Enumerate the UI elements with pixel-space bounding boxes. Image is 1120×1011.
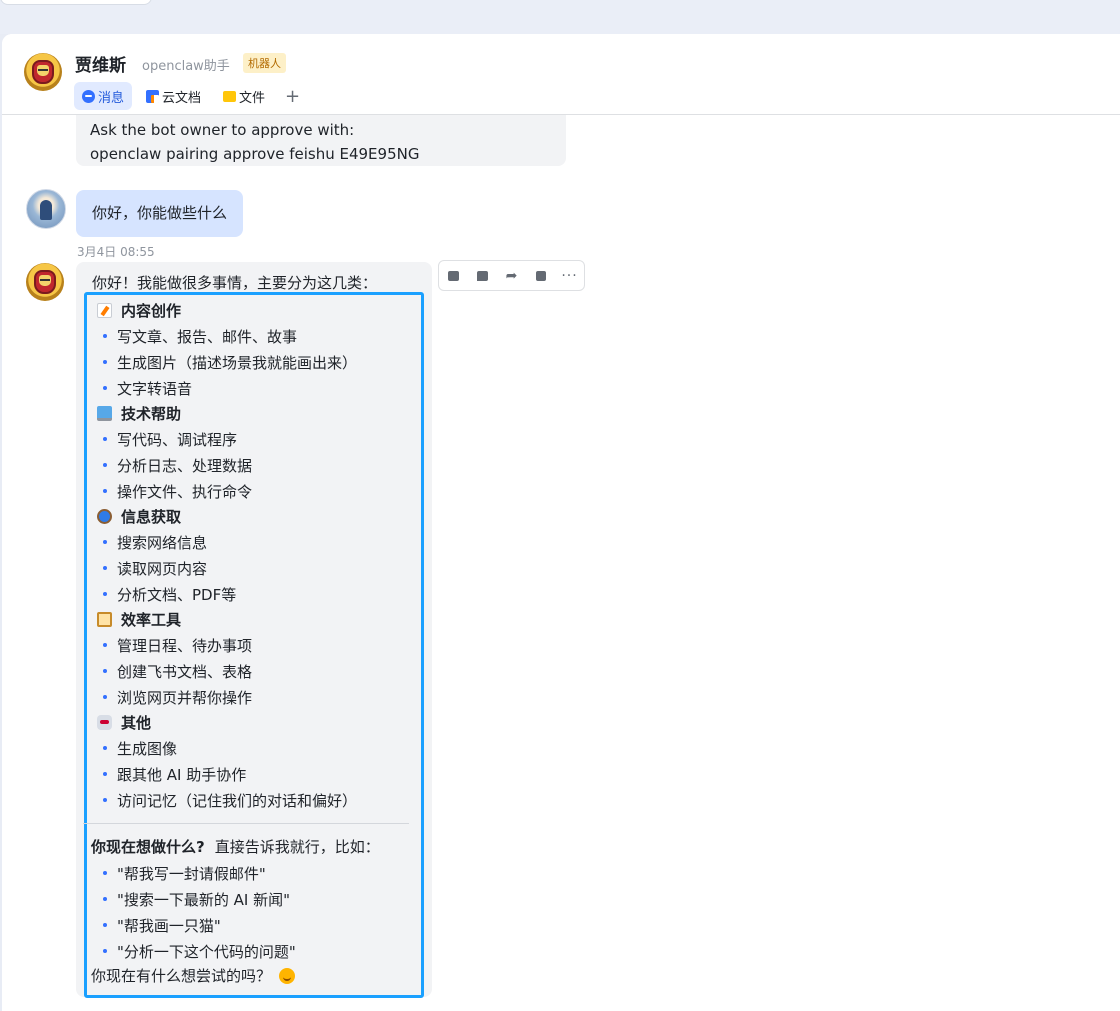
chat-panel: 贾维斯 openclaw助手 机器人 消息 云文档 文件 + Ask the b… (2, 34, 1120, 1011)
divider (83, 823, 409, 824)
tab-cloud-docs[interactable]: 云文档 (138, 82, 209, 110)
list-item: 操作文件、执行命令 (91, 478, 421, 504)
bullet-icon (103, 489, 107, 493)
section-tech-help: 技术帮助 写代码、调试程序 分析日志、处理数据 操作文件、执行命令 (91, 401, 421, 504)
list-item: 分析日志、处理数据 (91, 452, 421, 478)
memo-icon (97, 303, 112, 318)
doc-icon (146, 89, 160, 103)
list-item: 文字转语音 (91, 375, 421, 401)
section-title: 其他 (121, 714, 152, 732)
list-item: 写代码、调试程序 (91, 426, 421, 452)
tab-files[interactable]: 文件 (215, 82, 273, 110)
ironman-mask-icon (32, 60, 54, 84)
thumbs-up-icon[interactable] (439, 261, 468, 290)
section-other: 其他 生成图像 跟其他 AI 助手协作 访问记忆（记住我们的对话和偏好） (91, 710, 421, 813)
smile-emoji-icon (279, 968, 296, 984)
chat-title: 贾维斯 (75, 56, 126, 76)
previous-message-line: Ask the bot owner to approve with: (90, 121, 355, 139)
browser-tab-stub[interactable] (0, 0, 152, 5)
bullet-icon (103, 923, 107, 927)
list-item: 浏览网页并帮你操作 (91, 684, 421, 710)
example-item: "帮我写一封请假邮件" (91, 860, 421, 886)
bullet-icon (103, 334, 107, 338)
list-item: 搜索网络信息 (91, 529, 421, 555)
section-title: 效率工具 (121, 611, 182, 629)
tab-messages[interactable]: 消息 (74, 82, 133, 110)
example-item: "搜索一下最新的 AI 新闻" (91, 886, 421, 912)
section-title: 信息获取 (121, 508, 182, 526)
bullet-icon (103, 669, 107, 673)
list-item: 管理日程、待办事项 (91, 632, 421, 658)
section-title: 内容创作 (121, 302, 182, 320)
add-tab-button[interactable]: + (279, 86, 306, 107)
bullet-icon (103, 386, 107, 390)
message-timestamp: 3月4日 08:55 (77, 245, 155, 259)
tab-label: 文件 (239, 90, 266, 106)
bullet-icon (103, 566, 107, 570)
folder-icon (223, 91, 237, 102)
bullet-icon (103, 695, 107, 699)
chat-tabs: 消息 云文档 文件 + (74, 82, 306, 110)
example-item: "分析一下这个代码的问题" (91, 938, 421, 964)
forward-icon[interactable]: ➦ (497, 261, 526, 290)
bullet-icon (103, 772, 107, 776)
ironman-mask-icon (34, 270, 56, 294)
more-icon[interactable]: ··· (555, 261, 584, 290)
tab-label: 消息 (98, 90, 125, 106)
list-item: 读取网页内容 (91, 555, 421, 581)
bot-intro-text: 你好！我能做很多事情，主要分为这几类： (92, 274, 378, 292)
bullet-icon (103, 463, 107, 467)
user-avatar[interactable] (26, 189, 66, 229)
bullet-icon (103, 746, 107, 750)
comment-icon[interactable] (468, 261, 497, 290)
bullet-icon (103, 437, 107, 441)
list-item: 跟其他 AI 助手协作 (91, 761, 421, 787)
bullet-icon (103, 871, 107, 875)
clipboard-icon (97, 612, 112, 627)
section-title: 技术帮助 (121, 405, 182, 423)
bullet-icon (103, 897, 107, 901)
suggestion-heading: 你现在想做什么? 直接告诉我就行，比如： (91, 838, 380, 856)
list-item: 生成图片（描述场景我就能画出来） (91, 349, 421, 375)
section-content-creation: 内容创作 写文章、报告、邮件、故事 生成图片（描述场景我就能画出来） 文字转语音 (91, 298, 421, 401)
tab-label: 云文档 (162, 90, 202, 106)
bullet-icon (103, 798, 107, 802)
section-info-retrieval: 信息获取 搜索网络信息 读取网页内容 分析文档、PDF等 (91, 504, 421, 607)
message-icon (82, 89, 95, 103)
list-item: 访问记忆（记住我们的对话和偏好） (91, 787, 421, 813)
bot-avatar[interactable] (24, 53, 62, 91)
list-item: 写文章、报告、邮件、故事 (91, 323, 421, 349)
chat-header: 贾维斯 openclaw助手 机器人 消息 云文档 文件 + (2, 34, 1120, 115)
previous-message-line: openclaw pairing approve feishu E49E95NG (90, 145, 420, 163)
window-top-strip (0, 0, 1120, 34)
magnifier-icon (97, 509, 112, 524)
computer-icon (97, 406, 112, 421)
message-action-bar: ➦ ··· (438, 260, 585, 291)
bullet-icon (103, 592, 107, 596)
example-item: "帮我画一只猫" (91, 912, 421, 938)
bot-badge: 机器人 (243, 53, 286, 73)
list-item: 分析文档、PDF等 (91, 581, 421, 607)
bot-reply-content: 内容创作 写文章、报告、邮件、故事 生成图片（描述场景我就能画出来） 文字转语音… (83, 298, 421, 988)
bot-message-avatar[interactable] (26, 263, 64, 301)
list-item: 生成图像 (91, 735, 421, 761)
bullet-icon (103, 540, 107, 544)
closing-line: 你现在有什么想尝试的吗？ (91, 964, 421, 988)
quote-icon[interactable] (526, 261, 555, 290)
bullet-icon (103, 360, 107, 364)
list-item: 创建飞书文档、表格 (91, 658, 421, 684)
bullet-icon (103, 949, 107, 953)
robot-icon (97, 715, 112, 730)
chat-subtitle: openclaw助手 (142, 59, 230, 74)
bullet-icon (103, 643, 107, 647)
section-efficiency-tools: 效率工具 管理日程、待办事项 创建飞书文档、表格 浏览网页并帮你操作 (91, 607, 421, 710)
bot-message-bubble: 你好！我能做很多事情，主要分为这几类： 内容创作 写文章、报告、邮件、故事 生成… (76, 262, 432, 998)
user-message-bubble: 你好，你能做些什么 (76, 190, 244, 237)
